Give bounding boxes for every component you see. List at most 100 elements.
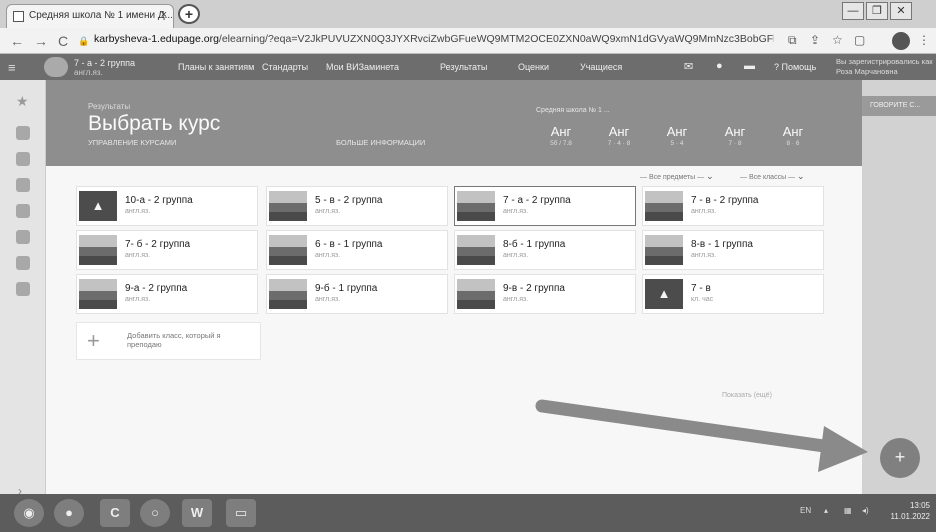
- course-card[interactable]: 7 - в - 2 группа англ.яз.: [642, 186, 824, 226]
- group-selector[interactable]: 7 - а - 2 группа англ.яз.: [44, 57, 150, 77]
- address-bar-row: ← → C 🔒 karbysheva-1.edupage.org/elearni…: [0, 28, 936, 54]
- browser-icon[interactable]: ○: [140, 499, 170, 527]
- stat-value: Анг: [608, 124, 630, 139]
- nav-results[interactable]: Результаты: [440, 62, 487, 72]
- bookmark-star-icon[interactable]: ☆: [832, 33, 843, 47]
- nav-my-tasks[interactable]: Мои ВИЗаминета: [326, 62, 399, 72]
- course-subject: англ.яз.: [503, 208, 529, 215]
- course-name: 9-в - 2 группа: [503, 283, 565, 294]
- add-class-button[interactable]: + Добавить класс, который я преподаю: [76, 322, 261, 360]
- user-info[interactable]: Вы зарегистрировались как Роза Марчановн…: [836, 57, 933, 77]
- course-card[interactable]: ▲ 7 - в кл. час: [642, 274, 824, 314]
- help-link[interactable]: ? Помощь: [774, 62, 816, 72]
- course-name: 8-в - 1 группа: [691, 239, 753, 250]
- banner-stat[interactable]: Анг 5 · 4: [648, 124, 706, 147]
- forward-button[interactable]: →: [34, 33, 48, 49]
- extension-icon[interactable]: ▢: [854, 33, 865, 47]
- course-name: 8-б - 1 группа: [503, 239, 566, 250]
- messages-icon[interactable]: ▬: [744, 60, 755, 72]
- language-indicator[interactable]: EN: [800, 506, 811, 515]
- course-card[interactable]: 9-а - 2 группа англ.яз.: [76, 274, 258, 314]
- course-subject: англ.яз.: [691, 252, 717, 259]
- start-button[interactable]: ◉: [14, 499, 44, 527]
- tray-arrow-icon[interactable]: ▴: [824, 506, 828, 515]
- calendar-icon[interactable]: [16, 204, 30, 218]
- course-card[interactable]: 5 - в - 2 группа англ.яз.: [266, 186, 448, 226]
- course-name: 7- б - 2 группа: [125, 239, 191, 250]
- url-path: /elearning/?eqa=V2JkPUVUZXN0Q3JYXRvciZwb…: [218, 33, 774, 45]
- group-selector-subject: англ.яз.: [74, 68, 103, 77]
- minimize-button[interactable]: —: [842, 2, 864, 20]
- screenshot-icon[interactable]: ⧉: [788, 33, 797, 48]
- add-fab-button[interactable]: +: [880, 438, 920, 478]
- banner-stat[interactable]: Анг 5б / 7.8: [532, 124, 590, 147]
- clock-date: 11.01.2022: [890, 512, 930, 521]
- users-icon[interactable]: [16, 230, 30, 244]
- back-button[interactable]: ←: [10, 33, 24, 49]
- nav-lesson-plans[interactable]: Планы к занятиям: [178, 62, 254, 72]
- course-thumbnail: [457, 279, 495, 309]
- folder-icon[interactable]: ▭: [226, 499, 256, 527]
- word-icon[interactable]: W: [182, 499, 212, 527]
- course-thumbnail: ▲: [79, 191, 117, 221]
- course-card[interactable]: 9-б - 1 группа англ.яз.: [266, 274, 448, 314]
- browser-menu-icon[interactable]: ⋮: [918, 33, 930, 47]
- course-card[interactable]: 7- б - 2 группа англ.яз.: [76, 230, 258, 270]
- course-card[interactable]: 8-б - 1 группа англ.яз.: [454, 230, 636, 270]
- course-card[interactable]: 8-в - 1 группа англ.яз.: [642, 230, 824, 270]
- course-card[interactable]: ▲ 10-а - 2 группа англ.яз.: [76, 186, 258, 226]
- nav-standards[interactable]: Стандарты: [262, 62, 308, 72]
- course-thumbnail: [457, 191, 495, 221]
- banner-stat[interactable]: Анг 7 · 8: [706, 124, 764, 147]
- new-tab-button[interactable]: +: [178, 4, 200, 24]
- graduation-cap-icon: ▲: [91, 198, 105, 213]
- volume-icon[interactable]: ◂): [862, 506, 869, 515]
- chat-icon[interactable]: ●: [716, 60, 723, 72]
- manage-courses-link[interactable]: УПРАВЛЕНИЕ КУРСАМИ: [88, 138, 176, 147]
- menu-icon[interactable]: ≡: [8, 60, 16, 75]
- chrome-icon[interactable]: C: [100, 499, 130, 527]
- share-icon[interactable]: ⇪: [810, 33, 820, 47]
- subject-filter[interactable]: — Все предметы — ⌄: [640, 171, 714, 182]
- stat-sub: 5 · 4: [670, 140, 684, 147]
- chevron-down-icon: ⌄: [797, 171, 805, 181]
- maximize-button[interactable]: ❐: [866, 2, 888, 20]
- settings-icon[interactable]: [16, 282, 30, 296]
- subject-filter-value: — Все предметы —: [640, 174, 705, 181]
- network-icon[interactable]: ▦: [844, 506, 852, 515]
- course-subject: англ.яз.: [503, 252, 529, 259]
- sms-icon[interactable]: ✉: [684, 60, 693, 73]
- pen-icon[interactable]: [16, 256, 30, 270]
- mic-icon[interactable]: ●: [54, 499, 84, 527]
- course-subject: англ.яз.: [125, 252, 151, 259]
- course-card-selected[interactable]: 7 - а - 2 группа англ.яз.: [454, 186, 636, 226]
- close-tab-button[interactable]: ×: [161, 9, 167, 21]
- nav-students[interactable]: Учащиеся: [580, 62, 622, 72]
- stat-sub: 7 · 8: [728, 140, 742, 147]
- browser-tab[interactable]: Средняя школа № 1 имени Д... ×: [6, 4, 174, 28]
- star-icon[interactable]: ★: [16, 94, 30, 108]
- more-info-link[interactable]: БОЛЬШЕ ИНФОРМАЦИИ: [336, 138, 425, 147]
- home-icon[interactable]: [16, 152, 30, 166]
- course-card[interactable]: 6 - в - 1 группа англ.яз.: [266, 230, 448, 270]
- show-more-link[interactable]: Показать (ещё): [722, 392, 772, 399]
- nav-grades[interactable]: Оценки: [518, 62, 549, 72]
- course-subject: кл. час: [691, 296, 714, 303]
- left-sidebar: ★ ›: [0, 80, 46, 498]
- right-panel-header[interactable]: ГОВОРИТЕ С...: [862, 96, 936, 116]
- class-filter[interactable]: — Все классы — ⌄: [740, 171, 805, 182]
- profile-avatar[interactable]: [892, 32, 910, 50]
- system-clock[interactable]: 13:05 11.01.2022: [888, 500, 930, 522]
- course-name: 10-а - 2 группа: [125, 195, 193, 206]
- document-icon[interactable]: [16, 178, 30, 192]
- reload-button[interactable]: C: [58, 33, 68, 49]
- banner-stat[interactable]: Анг 7 · 4 · 8: [590, 124, 648, 147]
- banner-stat[interactable]: Анг 8 · 6: [764, 124, 822, 147]
- lock-icon[interactable]: 🔒: [78, 36, 89, 47]
- user-info-name: Роза Марчановна: [836, 67, 898, 76]
- course-card[interactable]: 9-в - 2 группа англ.яз.: [454, 274, 636, 314]
- chevron-down-icon: ⌄: [706, 171, 714, 181]
- close-window-button[interactable]: ✕: [890, 2, 912, 20]
- timeline-icon[interactable]: [16, 126, 30, 140]
- url-field[interactable]: karbysheva-1.edupage.org/elearning/?eqa=…: [94, 33, 774, 45]
